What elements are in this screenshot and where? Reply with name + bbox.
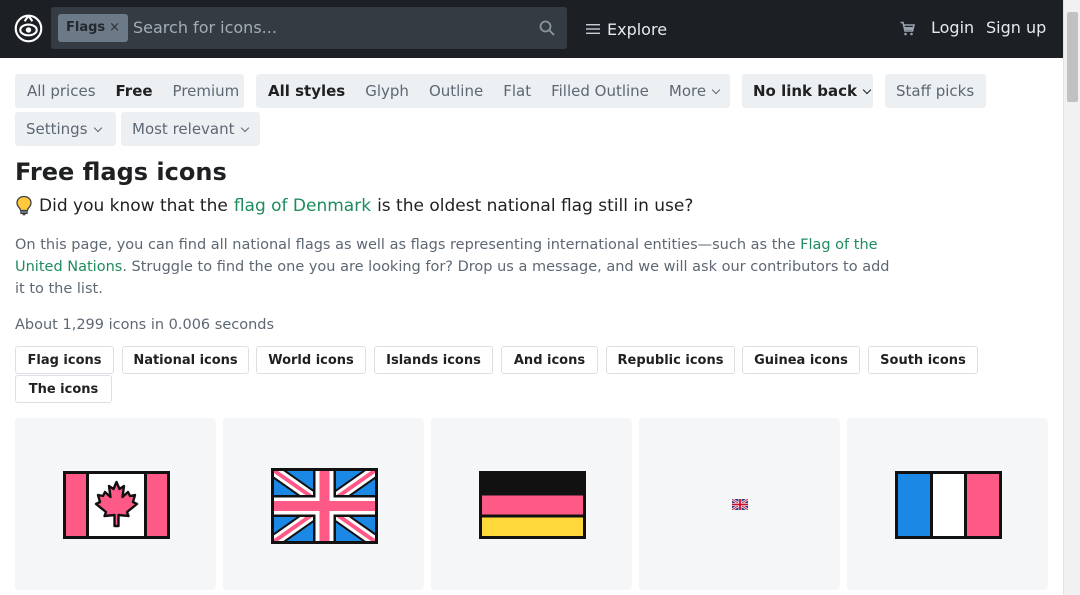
filter-filled-outline[interactable]: Filled Outline	[541, 82, 659, 100]
style-filter-group: All styles Glyph Outline Flat Filled Out…	[256, 74, 730, 108]
icon-card[interactable]	[639, 418, 840, 590]
filter-flat[interactable]: Flat	[493, 82, 541, 100]
page-scrollbar[interactable]	[1063, 0, 1080, 595]
page-title: Free flags icons	[15, 158, 227, 186]
menu-icon	[586, 24, 600, 34]
explore-button[interactable]: Explore	[586, 0, 667, 58]
search-bar: Flags × Search for icons...	[51, 7, 567, 49]
search-icon[interactable]	[539, 20, 555, 36]
related-tag[interactable]: Islands icons	[374, 346, 493, 374]
small-united-kingdom-flag-icon	[732, 499, 748, 510]
filter-outline[interactable]: Outline	[419, 82, 493, 100]
filter-more-label: More	[668, 82, 707, 100]
related-tag[interactable]: South icons	[868, 346, 978, 374]
filter-premium[interactable]: Premium	[163, 82, 250, 100]
description-text-end: . Struggle to find the one you are looki…	[15, 259, 890, 297]
cart-icon[interactable]	[900, 21, 915, 36]
filter-glyph[interactable]: Glyph	[355, 82, 419, 100]
lightbulb-icon	[16, 195, 32, 216]
staff-picks-label: Staff picks	[896, 82, 975, 100]
chevron-down-icon	[240, 123, 249, 133]
filter-all-styles[interactable]: All styles	[258, 82, 355, 100]
related-tag[interactable]: National icons	[122, 346, 249, 374]
flag-of-denmark-link[interactable]: flag of Denmark	[234, 196, 371, 216]
related-tag[interactable]: World icons	[256, 346, 366, 374]
link-back-filter[interactable]: No link back	[742, 74, 873, 108]
results-count: About 1,299 icons in 0.006 seconds	[15, 317, 275, 333]
united-kingdom-flag-icon	[271, 468, 378, 544]
settings-label: Settings	[26, 120, 88, 138]
search-chip-label: Flags	[66, 20, 106, 35]
germany-flag-icon	[479, 471, 586, 539]
filter-all-prices[interactable]: All prices	[17, 82, 106, 100]
icon-card[interactable]	[15, 418, 216, 590]
search-input[interactable]: Search for icons...	[133, 7, 277, 49]
chevron-down-icon	[93, 123, 102, 133]
signup-link[interactable]: Sign up	[986, 0, 1046, 56]
filter-more-dropdown[interactable]: More	[659, 82, 729, 100]
france-flag-icon	[895, 471, 1002, 539]
related-tag[interactable]: Flag icons	[15, 346, 114, 374]
icon-card[interactable]	[223, 418, 424, 590]
did-you-know-suffix: is the oldest national flag still in use…	[377, 195, 694, 216]
top-navbar: Flags × Search for icons... Explore Logi…	[0, 0, 1080, 58]
chevron-down-icon	[711, 85, 721, 95]
close-icon[interactable]: ×	[109, 14, 120, 42]
search-filter-chip[interactable]: Flags ×	[58, 14, 129, 42]
related-tag[interactable]: And icons	[501, 346, 598, 374]
did-you-know: Did you know that the flag of Denmark is…	[15, 195, 693, 216]
did-you-know-prefix: Did you know that the	[39, 195, 228, 216]
canada-flag-icon	[63, 471, 170, 539]
chevron-down-icon	[862, 85, 872, 95]
filter-free[interactable]: Free	[106, 82, 163, 100]
description-text: On this page, you can find all national …	[15, 237, 796, 253]
scrollbar-thumb[interactable]	[1067, 12, 1078, 102]
explore-label: Explore	[607, 19, 668, 39]
link-back-label: No link back	[753, 82, 857, 100]
price-filter-group: All prices Free Premium	[15, 74, 244, 108]
sort-label: Most relevant	[132, 120, 235, 138]
icon-card[interactable]	[431, 418, 632, 590]
logo-icon[interactable]	[14, 14, 43, 43]
related-tag[interactable]: Guinea icons	[742, 346, 860, 374]
staff-picks-filter[interactable]: Staff picks	[885, 74, 986, 108]
settings-dropdown[interactable]: Settings	[15, 112, 116, 146]
page-description: On this page, you can find all national …	[15, 234, 895, 300]
sort-dropdown[interactable]: Most relevant	[121, 112, 260, 146]
login-link[interactable]: Login	[931, 0, 974, 56]
related-tag[interactable]: Republic icons	[606, 346, 735, 374]
icon-card[interactable]	[847, 418, 1048, 590]
related-tag[interactable]: The icons	[15, 375, 112, 403]
